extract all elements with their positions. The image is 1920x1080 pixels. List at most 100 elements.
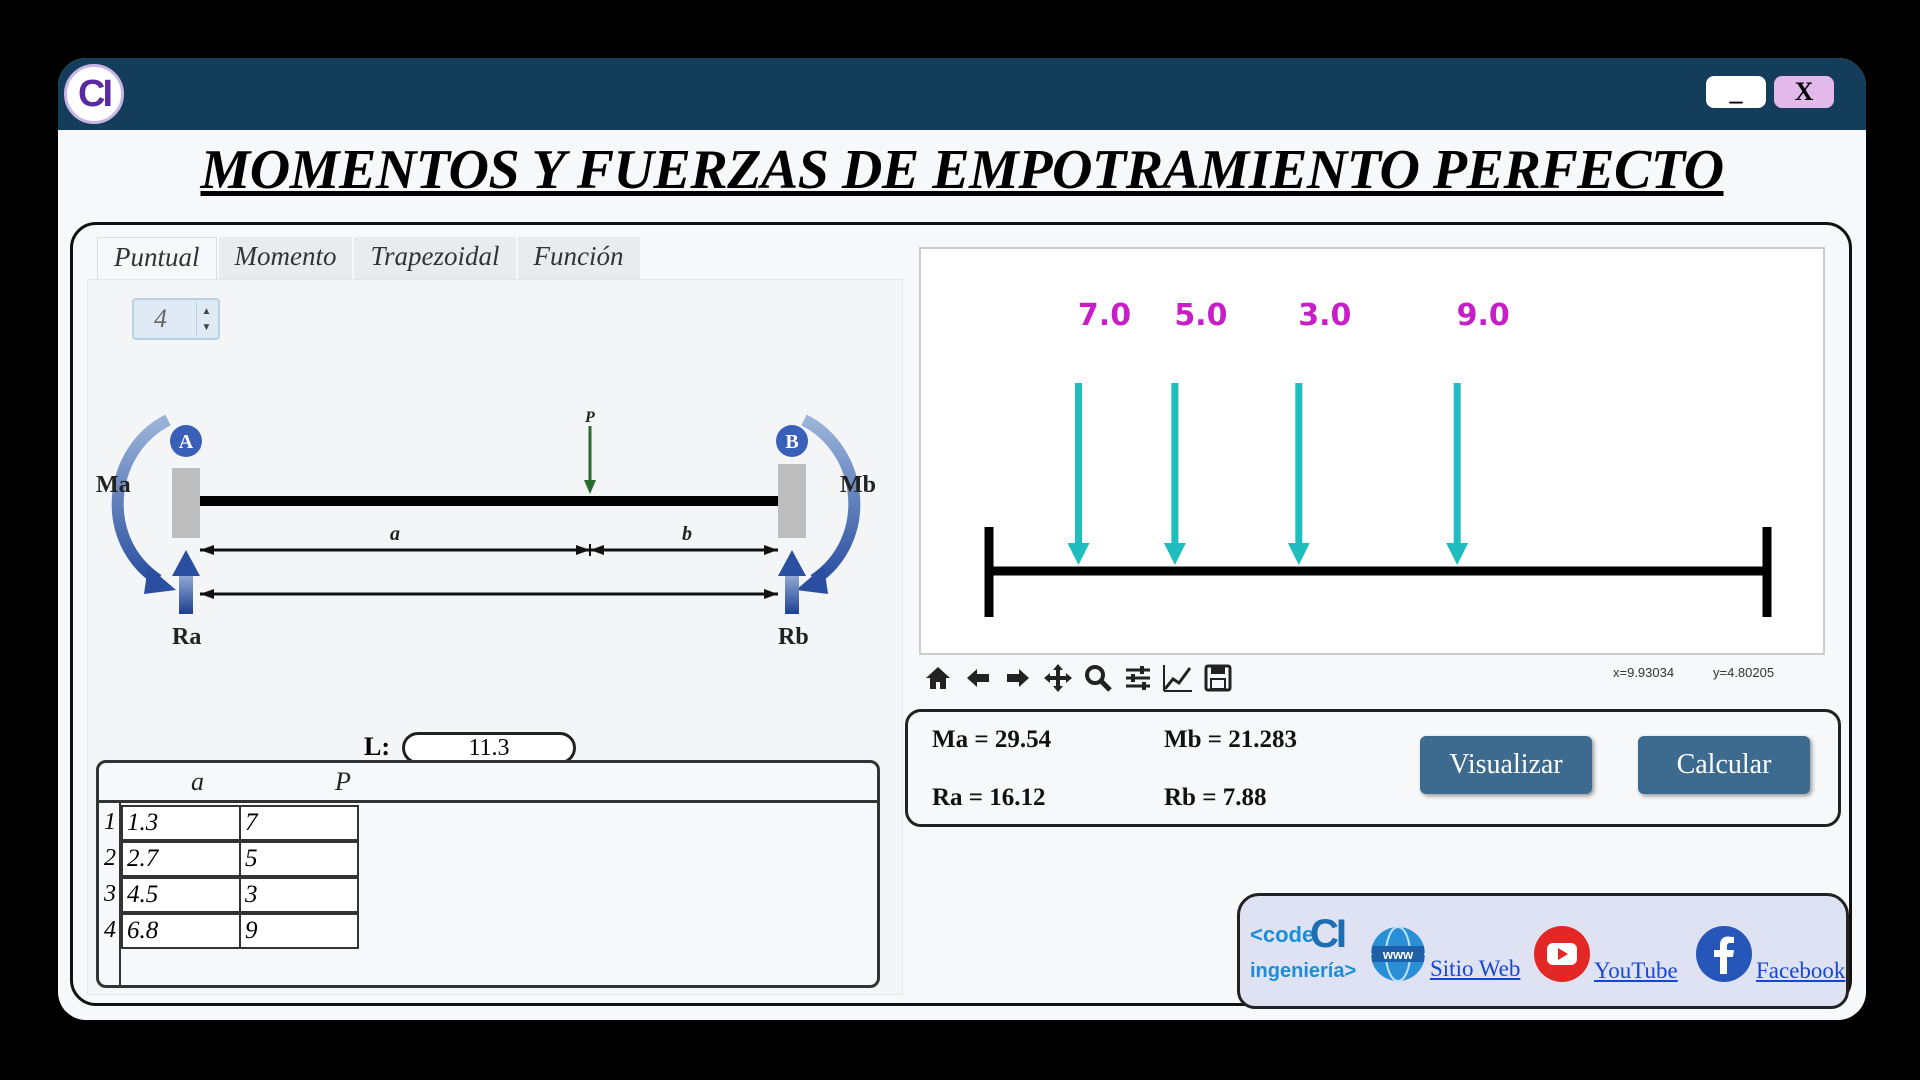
beam (200, 496, 778, 506)
codeci-logo: <code CI ingeniería> (1250, 912, 1356, 996)
load-count-spinbox[interactable]: 4 ▲ ▼ (132, 298, 220, 340)
tab-momento[interactable]: Momento (218, 237, 353, 279)
support-a-label: A (179, 431, 194, 453)
load-plot-canvas: 7.0 5.0 3.0 9.0 (984, 298, 1772, 617)
tab-content-puntual: 4 ▲ ▼ A B Ma Mb P a b Ra Rb L: 11.3 a P … (87, 279, 903, 995)
brand-bottom-text: ingeniería> (1250, 960, 1357, 982)
plot-load-label: 9.0 (1457, 298, 1510, 333)
brand-ci-text: CI (1310, 912, 1347, 956)
forward-arrow-icon[interactable] (1001, 661, 1035, 695)
cell-p[interactable]: 9 (239, 913, 359, 949)
app-window: CI _ X MOMENTOS Y FUERZAS DE EMPOTRAMIEN… (58, 58, 1866, 1020)
row-number: 3 (104, 881, 116, 907)
result-rb: Rb = 7.88 (1164, 784, 1267, 811)
main-panel: Puntual Momento Trapezoidal Función 4 ▲ … (70, 222, 1852, 1009)
tab-puntual[interactable]: Puntual (97, 237, 217, 279)
moment-a-label: Ma (96, 472, 131, 498)
zoom-icon[interactable] (1081, 661, 1115, 695)
row-number: 1 (104, 809, 116, 835)
load-p-label: P (584, 409, 595, 426)
plot-load-arrowhead (1067, 543, 1090, 565)
moment-b-arrow (801, 414, 861, 585)
cell-p[interactable]: 5 (239, 841, 359, 877)
plot-load-label: 3.0 (1298, 298, 1351, 333)
cell-a[interactable]: 1.3 (121, 805, 241, 841)
row-number: 2 (104, 845, 116, 871)
plot-load-label: 5.0 (1174, 298, 1227, 333)
calculate-button[interactable]: Calcular (1638, 736, 1810, 794)
plot-load-arrowhead (1163, 543, 1186, 565)
support-a-wall (172, 468, 200, 538)
page-title: MOMENTOS Y FUERZAS DE EMPOTRAMIENTO PERF… (200, 139, 1724, 201)
plot-toolbar (921, 661, 1235, 695)
globe-icon[interactable]: www (1368, 924, 1428, 984)
moment-b-label: Mb (840, 472, 876, 498)
reaction-a-shaft (179, 572, 193, 614)
tab-funcion[interactable]: Función (517, 237, 640, 279)
dim-arrow-1 (200, 545, 214, 555)
results-panel: Ma = 29.54 Mb = 21.283 Ra = 16.12 Rb = 7… (905, 709, 1841, 827)
row-number: 4 (104, 917, 116, 943)
save-icon[interactable] (1201, 661, 1235, 695)
cell-a[interactable]: 4.5 (121, 877, 241, 913)
column-header-p: P (335, 767, 351, 796)
support-b-label: B (785, 431, 798, 453)
length-label: L: (364, 732, 390, 761)
dim-b-label: b (682, 523, 692, 545)
result-mb: Mb = 21.283 (1164, 726, 1297, 753)
beam-diagram: A B Ma Mb P a b Ra Rb (96, 409, 876, 650)
load-type-tabs: Puntual Momento Trapezoidal Función (97, 237, 640, 279)
load-count-value: 4 (154, 304, 167, 333)
table-header: a P (99, 763, 877, 803)
plot-load-label: 7.0 (1078, 298, 1131, 333)
svg-text:www: www (1382, 947, 1414, 962)
result-ma: Ma = 29.54 (932, 726, 1052, 753)
dim-l-arrow-left (200, 589, 214, 599)
minimize-button[interactable]: _ (1706, 76, 1766, 108)
back-arrow-icon[interactable] (961, 661, 995, 695)
social-links-panel: <code CI ingeniería> www Sitio Web YouTu… (1237, 893, 1849, 1009)
title-bar: CI _ X (58, 58, 1866, 130)
app-logo: CI (64, 64, 124, 124)
reaction-b-label: Rb (778, 624, 809, 650)
facebook-icon[interactable] (1694, 924, 1754, 984)
line-edit-icon[interactable] (1161, 661, 1195, 695)
reaction-a-arrowhead (172, 550, 200, 576)
result-ra: Ra = 16.12 (932, 784, 1046, 811)
support-b-wall (778, 464, 806, 538)
plot-load-arrowhead (1287, 543, 1310, 565)
reaction-b-shaft (785, 572, 799, 614)
visualize-button[interactable]: Visualizar (1420, 736, 1592, 794)
reaction-b-arrowhead (778, 550, 806, 576)
moment-a-arrow (111, 414, 171, 585)
tab-trapezoidal[interactable]: Trapezoidal (354, 237, 516, 279)
load-p-arrowhead (584, 480, 596, 494)
cell-a[interactable]: 6.8 (121, 913, 241, 949)
dim-arrow-4 (764, 545, 778, 555)
website-link[interactable]: Sitio Web (1430, 956, 1520, 982)
moment-a-arrowhead (144, 566, 176, 594)
plot-load-arrowhead (1446, 543, 1469, 565)
reaction-a-label: Ra (172, 624, 201, 650)
dim-arrow-2 (576, 545, 590, 555)
cursor-x-readout: x=9.93034 (1613, 665, 1675, 680)
facebook-link[interactable]: Facebook (1756, 958, 1845, 984)
pan-icon[interactable] (1041, 661, 1075, 695)
loads-table: a P 1 1.3 7 2 2.7 5 3 4.5 3 4 6.8 9 (96, 760, 880, 988)
home-icon[interactable] (921, 661, 955, 695)
cell-p[interactable]: 7 (239, 805, 359, 841)
youtube-link[interactable]: YouTube (1594, 958, 1678, 984)
configure-icon[interactable] (1121, 661, 1155, 695)
cursor-y-readout: y=4.80205 (1713, 665, 1775, 680)
dim-arrow-3 (590, 545, 604, 555)
youtube-icon[interactable] (1532, 924, 1592, 984)
brand-top-text: <code (1250, 922, 1315, 947)
cell-a[interactable]: 2.7 (121, 841, 241, 877)
close-button[interactable]: X (1774, 76, 1834, 108)
load-plot[interactable]: 7.0 5.0 3.0 9.0 (919, 247, 1825, 655)
spin-down-icon[interactable]: ▼ (196, 318, 216, 336)
dim-l-arrow-right (764, 589, 778, 599)
cell-p[interactable]: 3 (239, 877, 359, 913)
dim-a-label: a (390, 523, 400, 545)
column-header-a: a (191, 767, 204, 796)
